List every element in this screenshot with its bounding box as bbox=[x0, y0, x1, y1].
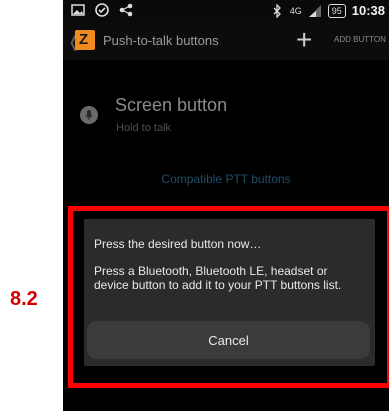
status-left-icons bbox=[71, 3, 133, 17]
share-icon bbox=[119, 3, 133, 17]
app-bar: ❬ Z Push-to-talk buttons + ADD BUTTON bbox=[63, 22, 389, 60]
status-bar: 4G 95 10:38 bbox=[63, 0, 389, 22]
network-type: 4G bbox=[289, 5, 302, 16]
image-icon bbox=[71, 4, 85, 16]
list-item-title: Screen button bbox=[115, 95, 228, 115]
annotation-step-label: 8.2 bbox=[10, 288, 38, 310]
page-title: Push-to-talk buttons bbox=[103, 33, 219, 48]
signal-icon bbox=[308, 4, 321, 17]
chat-icon bbox=[95, 3, 109, 17]
add-button-label[interactable]: ADD BUTTON bbox=[334, 35, 386, 44]
microphone-icon bbox=[80, 106, 98, 124]
clock: 10:38 bbox=[351, 3, 385, 18]
z-logo-icon: Z bbox=[79, 31, 89, 48]
status-right-icons: 4G 95 10:38 bbox=[270, 3, 385, 18]
app-logo: Z bbox=[75, 30, 95, 50]
add-icon[interactable]: + bbox=[296, 24, 312, 56]
battery-indicator: 95 bbox=[327, 3, 346, 18]
microphone-glyph bbox=[85, 110, 93, 120]
list-item-subtitle: Hold to talk bbox=[116, 122, 172, 134]
compatible-ptt-buttons-link[interactable]: Compatible PTT buttons bbox=[63, 172, 389, 186]
annotation-highlight-frame bbox=[68, 206, 389, 388]
bluetooth-icon bbox=[273, 3, 281, 18]
list-item-screen-button[interactable]: Screen button Hold to talk bbox=[63, 60, 389, 142]
